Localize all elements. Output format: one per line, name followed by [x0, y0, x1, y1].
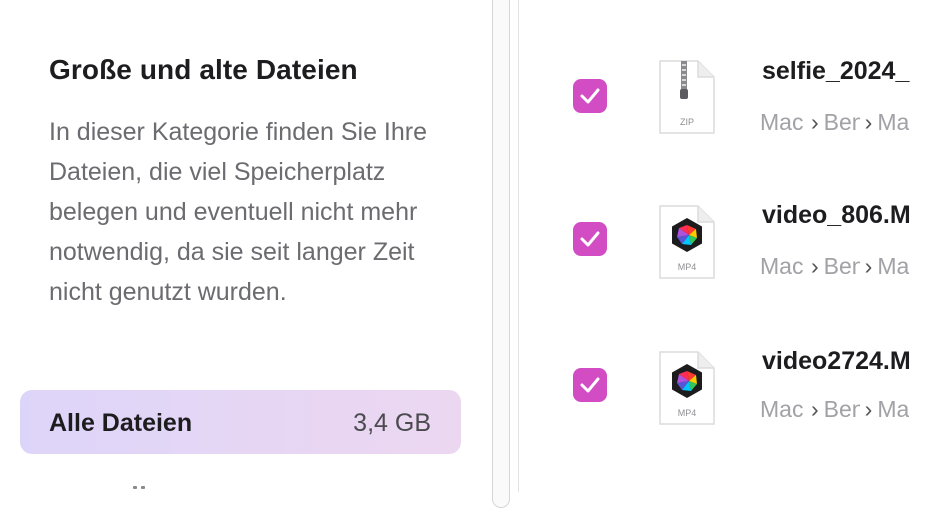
svg-text:MP4: MP4 [678, 408, 697, 418]
category-panel: Große und alte Dateien In dieser Kategor… [0, 0, 488, 492]
file-path: Mac › Ben› Ma [760, 109, 910, 135]
filter-all-files[interactable]: Alle Dateien 3,4 GB [20, 390, 461, 454]
scrollbar[interactable] [492, 0, 510, 508]
file-checkbox[interactable] [573, 368, 607, 402]
filter-label: Alle Dateien [49, 409, 193, 437]
divider [518, 0, 519, 492]
category-description: In dieser Kategorie finden Sie Ihre Date… [49, 118, 428, 306]
file-name: video_806.M [762, 201, 911, 229]
file-path: Mac › Ben› Ma [760, 396, 910, 422]
file-checkbox[interactable] [573, 222, 607, 256]
file-row[interactable]: ZIP selfie_2024_ Mac › Ben› Ma [520, 46, 930, 156]
mp4-file-icon: MP4 [658, 350, 716, 426]
file-checkbox[interactable] [573, 79, 607, 113]
file-row[interactable]: MP4 video2724.M Mac › Ben› Ma [520, 336, 930, 446]
mp4-file-icon: MP4 [658, 204, 716, 280]
file-name: selfie_2024_ [762, 57, 910, 85]
filter-size: 3,4 GB [353, 409, 431, 437]
next-filter-item-cutoff [29, 486, 179, 489]
file-path: Mac › Ben› Ma [760, 253, 910, 279]
svg-text:ZIP: ZIP [680, 117, 694, 127]
file-row[interactable]: MP4 video_806.M Mac › Ben› Ma [520, 190, 930, 300]
zip-file-icon: ZIP [658, 59, 716, 135]
category-title: Große und alte Dateien [49, 54, 358, 85]
svg-text:MP4: MP4 [678, 262, 697, 272]
file-name: video2724.M [762, 347, 911, 375]
